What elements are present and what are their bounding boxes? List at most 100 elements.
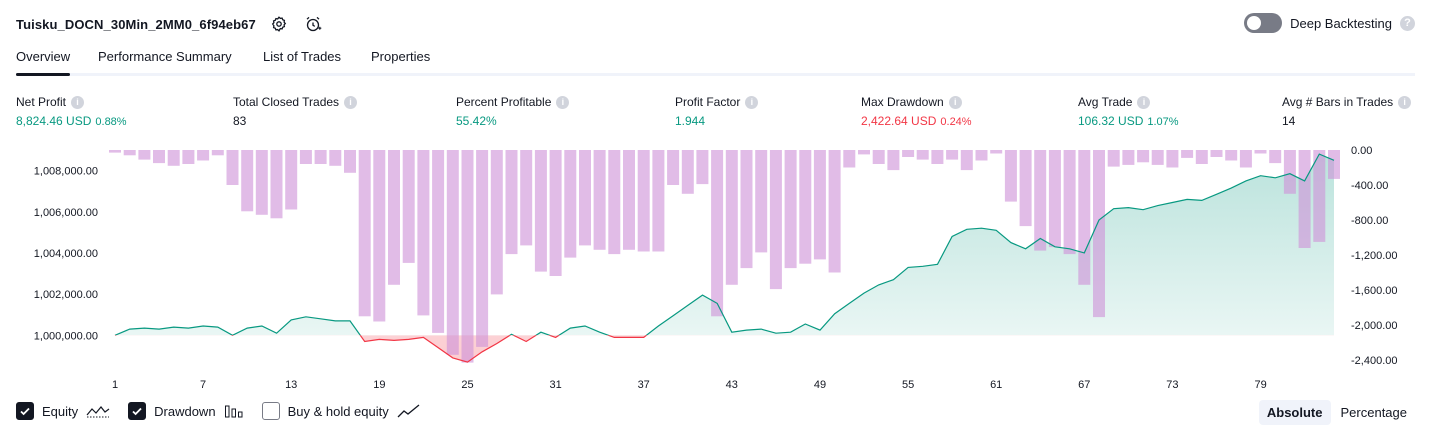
drawdown-bar bbox=[858, 150, 870, 155]
deep-backtesting-control: Deep Backtesting ? bbox=[1244, 13, 1415, 33]
drawdown-bar bbox=[1269, 150, 1282, 164]
drawdown-bar bbox=[1107, 150, 1120, 167]
drawdown-bar bbox=[490, 150, 503, 295]
drawdown-bar bbox=[358, 150, 371, 317]
drawdown-bar bbox=[446, 150, 459, 355]
x-axis-tick-label: 43 bbox=[726, 379, 738, 391]
drawdown-bar bbox=[623, 150, 635, 250]
help-icon[interactable]: ? bbox=[1400, 15, 1415, 31]
drawdown-bar bbox=[549, 150, 562, 276]
drawdown-bar bbox=[975, 150, 988, 161]
metric-label: Total Closed Trades bbox=[233, 95, 340, 109]
metric-net-profit: Net Profit i 8,824.46 USD 0.88% bbox=[16, 94, 127, 128]
strategy-name: Tuisku_DOCN_30Min_2MM0_6f94eb67 bbox=[16, 16, 256, 32]
info-icon[interactable]: i bbox=[71, 95, 85, 109]
legend-buy-hold-equity[interactable]: Buy & hold equity bbox=[261, 402, 421, 420]
metric-profit-factor: Profit Factor i 1.944 bbox=[675, 94, 759, 128]
buy-hold-checkbox[interactable] bbox=[261, 402, 280, 420]
drawdown-bar bbox=[1239, 150, 1252, 168]
drawdown-bar bbox=[197, 150, 210, 161]
drawdown-bar bbox=[696, 150, 709, 185]
drawdown-bar bbox=[285, 150, 298, 210]
equity-checkbox[interactable] bbox=[16, 402, 34, 420]
x-axis-tick-label: 67 bbox=[1078, 379, 1090, 391]
drawdown-bar bbox=[593, 150, 606, 250]
drawdown-bar bbox=[1048, 150, 1061, 248]
x-axis-tick-label: 73 bbox=[1166, 379, 1178, 391]
equity-line-icon bbox=[86, 403, 110, 419]
drawdown-bar bbox=[1034, 150, 1047, 251]
drawdown-bar bbox=[1004, 150, 1017, 202]
drawdown-bar bbox=[123, 150, 136, 156]
drawdown-bar bbox=[182, 150, 195, 164]
drawdown-bar bbox=[476, 150, 489, 347]
drawdown-bar bbox=[329, 150, 342, 166]
drawdown-bar bbox=[1225, 150, 1238, 161]
drawdown-bar bbox=[211, 150, 224, 156]
info-icon[interactable]: i bbox=[948, 95, 962, 109]
absolute-button[interactable]: Absolute bbox=[1258, 400, 1331, 425]
toggle-knob bbox=[1247, 16, 1262, 30]
drawdown-bar bbox=[769, 150, 782, 290]
left-axis-tick-label: 1,006,000.00 bbox=[34, 207, 98, 219]
metric-percent: 0.88% bbox=[95, 116, 127, 128]
legend-drawdown-label: Drawdown bbox=[154, 403, 216, 419]
x-axis-tick-label: 7 bbox=[200, 379, 206, 391]
tab-list-of-trades[interactable]: List of Trades bbox=[263, 42, 341, 73]
x-axis-tick-label: 25 bbox=[461, 379, 473, 391]
tab-properties[interactable]: Properties bbox=[371, 42, 430, 73]
legend-equity-label: Equity bbox=[42, 403, 79, 419]
drawdown-bar bbox=[916, 150, 929, 160]
drawdown-bar bbox=[153, 150, 165, 164]
drawdown-bar bbox=[314, 150, 327, 164]
settings-gear-icon[interactable] bbox=[268, 13, 290, 35]
drawdown-bar bbox=[1078, 150, 1091, 285]
drawdown-bar bbox=[1137, 150, 1150, 163]
deep-backtesting-toggle[interactable] bbox=[1244, 13, 1283, 33]
x-axis-tick-label: 1 bbox=[112, 379, 118, 391]
right-axis-tick-label: -2,400.00 bbox=[1351, 355, 1397, 367]
equity-area bbox=[115, 154, 1334, 336]
drawdown-bar bbox=[843, 150, 856, 168]
drawdown-bar bbox=[138, 150, 151, 160]
info-icon[interactable]: i bbox=[556, 95, 570, 109]
drawdown-bar bbox=[872, 150, 885, 164]
drawdown-bar bbox=[534, 150, 547, 272]
metric-total-closed-trades: Total Closed Trades i 83 bbox=[233, 94, 358, 128]
drawdown-bar bbox=[1195, 150, 1208, 164]
drawdown-bar bbox=[579, 150, 591, 246]
legend-equity[interactable]: Equity bbox=[16, 402, 110, 420]
x-axis-tick-label: 19 bbox=[373, 379, 385, 391]
percentage-button[interactable]: Percentage bbox=[1333, 400, 1416, 425]
metric-value: 83 bbox=[233, 114, 247, 128]
info-icon[interactable]: i bbox=[1398, 95, 1412, 109]
add-alert-clock-icon[interactable] bbox=[302, 13, 324, 35]
info-icon[interactable]: i bbox=[344, 95, 358, 109]
metric-label: Max Drawdown bbox=[861, 95, 944, 109]
drawdown-bar bbox=[226, 150, 239, 185]
drawdown-bar bbox=[520, 150, 533, 246]
drawdown-bar bbox=[711, 150, 724, 317]
drawdown-bars-icon bbox=[224, 403, 244, 419]
drawdown-bar bbox=[167, 150, 180, 166]
drawdown-bar bbox=[564, 150, 577, 258]
buy-hold-line-icon bbox=[397, 403, 421, 419]
x-axis-tick-label: 55 bbox=[902, 379, 914, 391]
drawdown-bar bbox=[1328, 150, 1340, 179]
metric-value: 14 bbox=[1282, 114, 1296, 128]
tab-performance-summary[interactable]: Performance Summary bbox=[98, 42, 232, 73]
drawdown-bar bbox=[799, 150, 812, 264]
drawdown-bar bbox=[755, 150, 768, 253]
drawdown-bar bbox=[402, 150, 415, 263]
info-icon[interactable]: i bbox=[1137, 95, 1151, 109]
drawdown-checkbox[interactable] bbox=[128, 402, 147, 420]
metric-value: 8,824.46 USD bbox=[16, 114, 92, 128]
legend-drawdown[interactable]: Drawdown bbox=[128, 402, 243, 420]
metric-avg-bars-in-trades: Avg # Bars in Trades i 14 bbox=[1282, 94, 1412, 128]
x-axis-tick-label: 79 bbox=[1254, 379, 1266, 391]
x-axis-tick-label: 13 bbox=[285, 379, 297, 391]
tab-overview[interactable]: Overview bbox=[16, 42, 71, 76]
metric-value: 2,422.64 USD bbox=[861, 114, 937, 128]
info-icon[interactable]: i bbox=[745, 95, 759, 109]
metric-percent: 0.24% bbox=[940, 116, 972, 128]
